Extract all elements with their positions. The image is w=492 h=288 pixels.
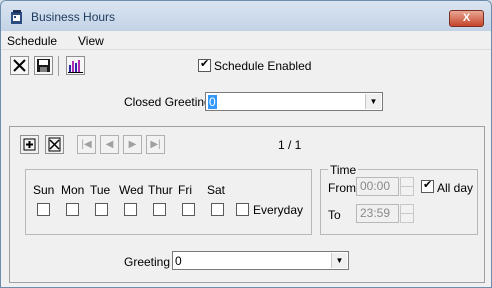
everyday-label: Everyday — [253, 203, 304, 217]
report-button[interactable] — [66, 56, 85, 75]
sat-checkbox[interactable] — [211, 203, 224, 216]
closed-greeting-value: 0 — [208, 95, 217, 109]
next-icon: ▶ — [128, 139, 137, 150]
to-time-spinner[interactable] — [400, 204, 414, 223]
save-icon — [37, 59, 50, 72]
all-day-checkbox[interactable] — [421, 178, 434, 193]
last-icon: ▶| — [150, 139, 161, 150]
greeting-label: Greeting — [124, 255, 171, 269]
previous-icon: ◀ — [105, 139, 114, 150]
chevron-down-icon: ▼ — [365, 94, 381, 109]
delete-page-icon — [48, 137, 61, 152]
last-record-button[interactable]: ▶| — [146, 135, 165, 154]
mon-checkbox[interactable] — [66, 203, 79, 216]
chevron-down-icon: ▼ — [331, 253, 347, 268]
from-label: From — [328, 181, 356, 195]
title-bar[interactable]: Business Hours X — [1, 1, 491, 31]
fri-checkbox[interactable] — [182, 203, 195, 216]
first-record-button[interactable]: |◀ — [77, 135, 96, 154]
business-hours-window: Business Hours X Schedule View Schedule … — [0, 0, 492, 288]
save-button[interactable] — [34, 56, 53, 75]
closed-greeting-select[interactable]: 0 ▼ — [205, 92, 383, 111]
wed-checkbox[interactable] — [124, 203, 137, 216]
from-time-input[interactable]: 00:00 — [356, 177, 399, 196]
sun-checkbox[interactable] — [37, 203, 50, 216]
day-label-fri: Fri — [178, 183, 192, 197]
day-label-sat: Sat — [207, 183, 226, 197]
menu-bar: Schedule View — [1, 32, 491, 50]
menu-schedule[interactable]: Schedule — [7, 34, 57, 48]
all-day-label: All day — [437, 181, 474, 195]
add-schedule-button[interactable] — [20, 135, 39, 154]
schedule-enabled-label: Schedule Enabled — [214, 59, 312, 73]
day-label-thur: Thur — [148, 183, 173, 197]
record-pager: 1 / 1 — [278, 138, 302, 152]
delete-button[interactable] — [10, 56, 29, 75]
day-label-mon: Mon — [61, 183, 85, 197]
previous-record-button[interactable]: ◀ — [100, 135, 119, 154]
day-label-tue: Tue — [90, 183, 111, 197]
schedule-enabled-checkbox[interactable] — [198, 57, 211, 72]
from-time-spinner[interactable] — [400, 177, 414, 196]
close-button[interactable]: X — [449, 10, 484, 27]
schedule-panel: |◀ ◀ ▶ ▶| 1 / 1 Sun Mon Tue Wed Thur Fri… — [9, 126, 485, 283]
tue-checkbox[interactable] — [95, 203, 108, 216]
time-group-label: Time — [328, 163, 359, 177]
close-icon: X — [462, 12, 471, 24]
next-record-button[interactable]: ▶ — [123, 135, 142, 154]
day-label-sun: Sun — [33, 183, 55, 197]
delete-schedule-button[interactable] — [45, 135, 64, 154]
add-icon — [23, 138, 36, 151]
first-icon: |◀ — [81, 139, 92, 150]
thur-checkbox[interactable] — [153, 203, 166, 216]
days-group — [25, 169, 312, 235]
toolbar-separator — [58, 56, 59, 76]
everyday-checkbox[interactable] — [236, 203, 249, 216]
bar-chart-icon — [68, 60, 83, 73]
time-group — [320, 169, 478, 235]
greeting-value: 0 — [175, 254, 182, 268]
to-time-input[interactable]: 23:59 — [356, 204, 399, 223]
greeting-select[interactable]: 0 ▼ — [172, 251, 349, 270]
day-label-wed: Wed — [119, 183, 144, 197]
delete-icon — [13, 59, 26, 72]
app-icon — [11, 10, 22, 24]
to-label: To — [328, 208, 341, 222]
window-title: Business Hours — [31, 10, 116, 24]
menu-view[interactable]: View — [78, 34, 104, 48]
closed-greeting-label: Closed Greeting — [124, 95, 211, 109]
